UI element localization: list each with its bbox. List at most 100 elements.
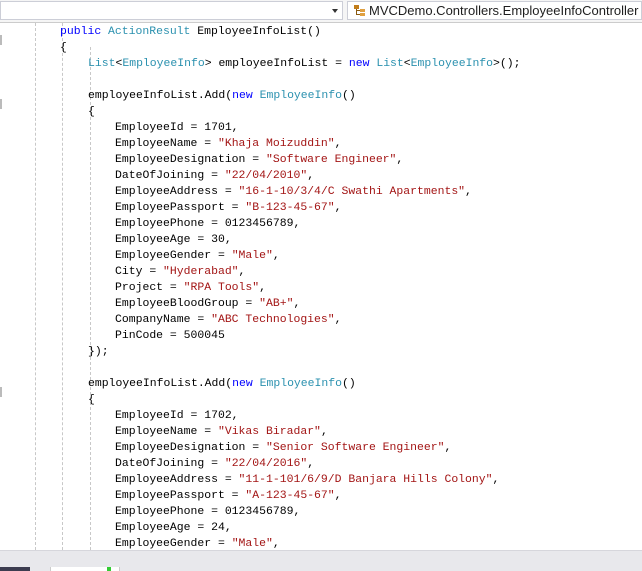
code-token: }); [88,345,109,358]
code-token: "AB+" [259,297,294,310]
code-line[interactable]: { [60,40,67,56]
code-token: "RPA Tools" [183,281,260,294]
code-line[interactable]: EmployeeDesignation = "Software Engineer… [115,152,403,168]
code-token: EmployeeInfo [259,377,342,390]
code-token: , [307,457,315,470]
code-line[interactable]: EmployeePhone = 0123456789, [115,504,300,520]
code-token: EmployeeDesignation = [115,441,266,454]
code-line[interactable]: }); [88,344,109,360]
code-line[interactable]: EmployeeId = 1702, [115,408,239,424]
code-token: "Male" [231,537,273,550]
code-token: () [341,377,356,390]
code-line[interactable]: EmployeePhone = 0123456789, [115,216,300,232]
code-line[interactable]: EmployeeBloodGroup = "AB+", [115,296,300,312]
code-line[interactable]: DateOfJoining = "22/04/2010", [115,168,314,184]
code-token: EmployeeId = 1701, [115,121,239,134]
code-token: "22/04/2016" [224,457,308,470]
code-token: CompanyName = [115,313,212,326]
navigation-bar: MVCDemo.Controllers.EmployeeInfoControll… [0,0,642,23]
code-token: DateOfJoining = [115,169,225,182]
code-line[interactable]: CompanyName = "ABC Technologies", [115,312,342,328]
code-token: , [465,185,472,198]
code-token: () [341,89,356,102]
gutter-marker [0,99,2,109]
code-line[interactable]: List<EmployeeInfo> employeeInfoList = ne… [88,56,521,72]
code-token: , [320,425,328,438]
code-token: , [238,265,246,278]
code-line[interactable]: Project = "RPA Tools", [115,280,266,296]
tab-strip-dark [0,567,30,571]
type-dropdown[interactable]: MVCDemo.Controllers.EmployeeInfoControll… [347,1,642,20]
code-token: EmployeeAddress = [115,473,239,486]
code-token: , [334,201,342,214]
code-token: EmployeeGender = [115,537,232,550]
code-token: "B-123-45-67" [245,201,335,214]
indent-guide [62,23,63,550]
code-line[interactable]: EmployeeGender = "Male", [115,536,280,550]
code-token: , [334,489,342,502]
code-token: EmployeeInfoList() [190,25,321,38]
code-line[interactable]: City = "Hyderabad", [115,264,245,280]
code-token: EmployeeId = 1702, [115,409,239,422]
code-token: EmployeePassport = [115,489,246,502]
code-token: City = [115,265,164,278]
code-line[interactable]: EmployeePassport = "B-123-45-67", [115,200,342,216]
code-token: ActionResult [108,25,191,38]
code-token: EmployeeName = [115,137,218,150]
code-token: DateOfJoining = [115,457,225,470]
code-token: EmployeeName = [115,425,218,438]
code-token: , [272,249,280,262]
code-line[interactable]: EmployeeAddress = "11-1-101/6/9/D Banjar… [115,472,499,488]
code-line[interactable]: EmployeeAge = 30, [115,232,232,248]
code-token: EmployeePhone = 0123456789, [115,217,301,230]
code-line[interactable]: EmployeePassport = "A-123-45-67", [115,488,342,504]
code-token: Project = [115,281,184,294]
code-token: { [88,105,95,118]
code-line[interactable]: { [88,392,95,408]
code-line[interactable]: EmployeeDesignation = "Senior Software E… [115,440,451,456]
code-token: { [60,41,67,54]
code-token: , [293,297,301,310]
code-editor[interactable]: public ActionResult EmployeeInfoList(){L… [0,23,642,550]
chevron-down-icon[interactable] [332,9,338,13]
code-token: , [259,281,267,294]
code-line[interactable]: EmployeeGender = "Male", [115,248,280,264]
code-token: new [232,89,260,102]
code-token: "A-123-45-67" [245,489,335,502]
code-line[interactable]: EmployeeAge = 24, [115,520,232,536]
code-line[interactable]: PinCode = 500045 [115,328,225,344]
code-token: { [88,393,95,406]
code-line[interactable]: EmployeeAddress = "16-1-10/3/4/C Swathi … [115,184,472,200]
code-token: EmployeeAge = 24, [115,521,232,534]
code-token: public [60,25,109,38]
code-token: EmployeeAddress = [115,185,239,198]
code-token: "Senior Software Engineer" [266,441,445,454]
code-token: EmployeeInfo [410,57,494,70]
code-line[interactable]: DateOfJoining = "22/04/2016", [115,456,314,472]
code-token: "Male" [231,249,273,262]
code-token: EmployeeGender = [115,249,232,262]
code-line[interactable]: public ActionResult EmployeeInfoList() [60,24,321,40]
code-token: "Vikas Biradar" [217,425,321,438]
code-line[interactable]: employeeInfoList.Add(new EmployeeInfo() [88,376,356,392]
code-token: , [272,537,280,550]
code-line[interactable]: employeeInfoList.Add(new EmployeeInfo() [88,88,356,104]
code-token: , [334,313,342,326]
code-token: > employeeInfoList = [204,57,349,70]
code-line[interactable]: { [88,104,95,120]
code-token: < [403,57,411,70]
code-line[interactable]: EmployeeName = "Khaja Moizuddin", [115,136,342,152]
code-token: employeeInfoList.Add( [88,377,233,390]
type-dropdown-value: MVCDemo.Controllers.EmployeeInfoControll… [369,3,639,18]
code-token: EmployeeInfo [259,89,342,102]
code-line[interactable]: EmployeeId = 1701, [115,120,239,136]
status-indicator [107,567,111,571]
code-token: PinCode = 500045 [115,329,225,342]
code-token: new [232,377,260,390]
indent-guide [35,23,36,550]
code-token: "11-1-101/6/9/D Banjara Hills Colony" [238,473,493,486]
member-dropdown[interactable] [0,1,343,20]
code-token: "Software Engineer" [266,153,397,166]
code-line[interactable]: EmployeeName = "Vikas Biradar", [115,424,328,440]
code-token: , [396,153,404,166]
